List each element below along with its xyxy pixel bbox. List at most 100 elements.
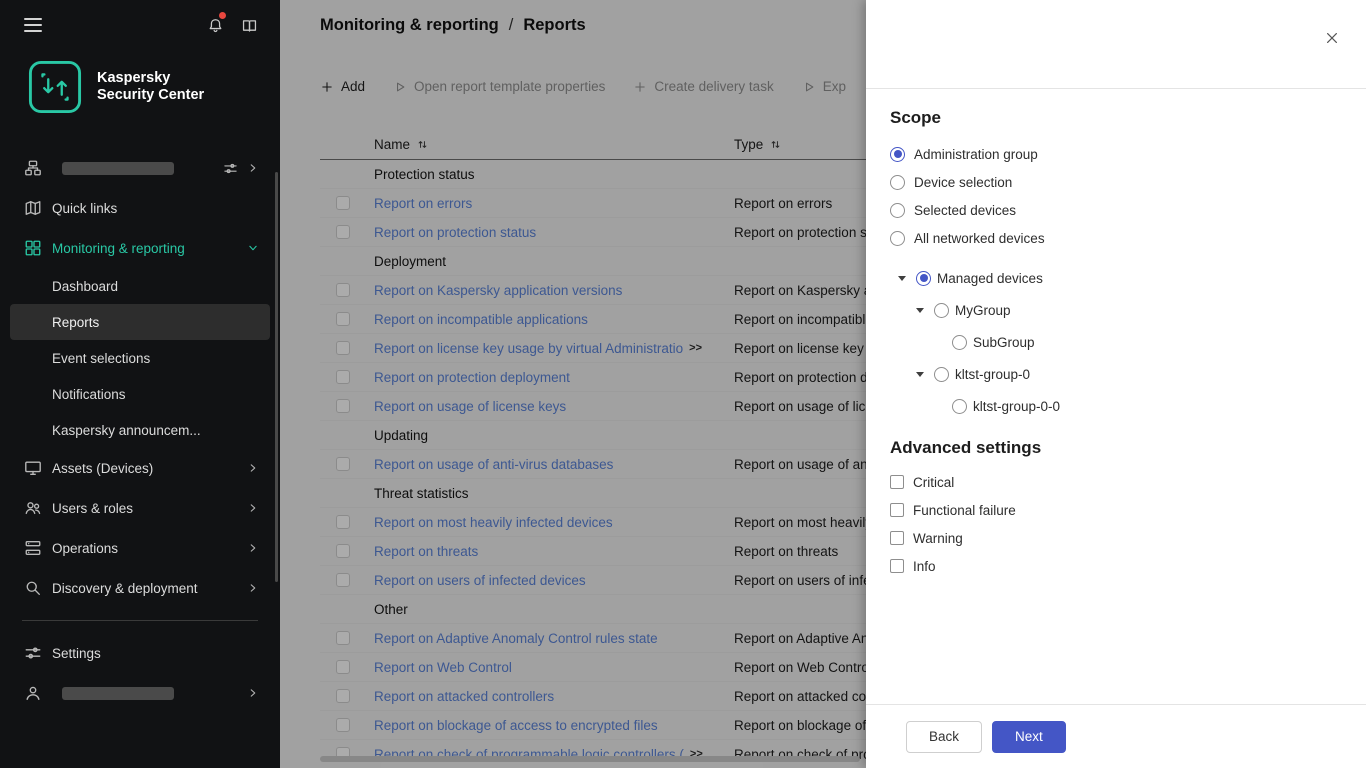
menu-icon[interactable] bbox=[24, 18, 42, 32]
sidebar-item-discovery-deployment[interactable]: Discovery & deployment bbox=[10, 568, 270, 608]
sliders-icon[interactable] bbox=[223, 387, 238, 402]
checkbox-icon[interactable] bbox=[890, 503, 904, 517]
row-checkbox[interactable] bbox=[336, 689, 350, 703]
sidebar-item-account[interactable] bbox=[10, 673, 270, 713]
row-checkbox[interactable] bbox=[336, 544, 350, 558]
sliders-icon[interactable] bbox=[223, 501, 238, 516]
bell-icon[interactable] bbox=[206, 16, 224, 34]
report-link[interactable]: Threat statistics bbox=[374, 486, 469, 501]
sidebar-item-quick-links[interactable]: Quick links bbox=[10, 188, 270, 228]
report-link[interactable]: Protection status bbox=[374, 167, 475, 182]
scope-option-device-selection[interactable]: Device selection bbox=[890, 168, 1342, 196]
sliders-icon[interactable] bbox=[223, 201, 238, 216]
report-link[interactable]: Report on Kaspersky application versions bbox=[374, 283, 622, 298]
severity-option-info[interactable]: Info bbox=[890, 552, 1342, 580]
radio-icon[interactable] bbox=[934, 367, 949, 382]
row-checkbox[interactable] bbox=[336, 399, 350, 413]
sidebar-item-settings[interactable]: Settings bbox=[10, 633, 270, 673]
tree-node-managed-devices[interactable]: Managed devices bbox=[890, 262, 1342, 294]
truncation-expander[interactable]: >> bbox=[689, 342, 702, 354]
scope-option-administration-group[interactable]: Administration group bbox=[890, 140, 1342, 168]
sliders-icon[interactable] bbox=[223, 646, 238, 661]
report-link[interactable]: Report on errors bbox=[374, 196, 472, 211]
sliders-icon[interactable] bbox=[223, 161, 238, 176]
row-checkbox[interactable] bbox=[336, 515, 350, 529]
radio-icon[interactable] bbox=[890, 231, 905, 246]
horizontal-scrollbar[interactable] bbox=[320, 756, 860, 762]
report-link[interactable]: Report on Web Control bbox=[374, 660, 512, 675]
sliders-icon[interactable] bbox=[223, 351, 238, 366]
report-link[interactable]: Report on protection status bbox=[374, 225, 536, 240]
row-checkbox[interactable] bbox=[336, 660, 350, 674]
row-checkbox[interactable] bbox=[336, 312, 350, 326]
sort-arrows-icon[interactable] bbox=[416, 138, 429, 151]
sidebar-scrollbar[interactable] bbox=[275, 172, 278, 582]
report-link[interactable]: Report on license key usage by virtual A… bbox=[374, 341, 683, 356]
sidebar-item-operations[interactable]: Operations bbox=[10, 528, 270, 568]
sliders-icon[interactable] bbox=[223, 423, 238, 438]
report-link[interactable]: Report on users of infected devices bbox=[374, 573, 586, 588]
radio-icon[interactable] bbox=[916, 271, 931, 286]
sliders-icon[interactable] bbox=[223, 686, 238, 701]
sidebar-divider[interactable] bbox=[22, 620, 258, 621]
row-checkbox[interactable] bbox=[336, 370, 350, 384]
tree-node-kltst-group-0-0[interactable]: kltst-group-0-0 bbox=[890, 390, 1342, 422]
report-link[interactable]: Report on blockage of access to encrypte… bbox=[374, 718, 658, 733]
toolbar-export-button[interactable]: Exp bbox=[802, 79, 846, 94]
breadcrumb-parent[interactable]: Monitoring & reporting bbox=[320, 16, 499, 35]
report-link[interactable]: Report on usage of anti-virus databases bbox=[374, 457, 613, 472]
tree-node-kltst-group-0[interactable]: kltst-group-0 bbox=[890, 358, 1342, 390]
report-link[interactable]: Report on protection deployment bbox=[374, 370, 570, 385]
checkbox-icon[interactable] bbox=[890, 559, 904, 573]
report-link[interactable]: Other bbox=[374, 602, 408, 617]
sliders-icon[interactable] bbox=[223, 279, 238, 294]
row-checkbox[interactable] bbox=[336, 341, 350, 355]
row-checkbox[interactable] bbox=[336, 631, 350, 645]
row-checkbox[interactable] bbox=[336, 457, 350, 471]
sidebar-item-monitoring-reporting[interactable]: Monitoring & reporting bbox=[10, 228, 270, 268]
caret-down-icon[interactable] bbox=[914, 303, 928, 317]
sliders-icon[interactable] bbox=[223, 315, 238, 330]
report-link[interactable]: Report on incompatible applications bbox=[374, 312, 588, 327]
report-link[interactable]: Report on attacked controllers bbox=[374, 689, 554, 704]
tree-node-subgroup[interactable]: SubGroup bbox=[890, 326, 1342, 358]
back-button[interactable]: Back bbox=[906, 721, 982, 753]
row-checkbox[interactable] bbox=[336, 196, 350, 210]
radio-icon[interactable] bbox=[890, 147, 905, 162]
sliders-icon[interactable] bbox=[223, 541, 238, 556]
sidebar-item-kaspersky-announcements[interactable]: Kaspersky announcem... bbox=[10, 412, 270, 448]
sliders-icon[interactable] bbox=[223, 581, 238, 596]
severity-option-warning[interactable]: Warning bbox=[890, 524, 1342, 552]
row-checkbox[interactable] bbox=[336, 225, 350, 239]
checkbox-icon[interactable] bbox=[890, 475, 904, 489]
report-link[interactable]: Report on threats bbox=[374, 544, 478, 559]
toolbar-open-template-button[interactable]: Open report template properties bbox=[393, 79, 605, 94]
close-icon[interactable] bbox=[1322, 30, 1342, 50]
sidebar-item-reports[interactable]: Reports bbox=[10, 304, 270, 340]
severity-option-critical[interactable]: Critical bbox=[890, 468, 1342, 496]
checkbox-icon[interactable] bbox=[890, 531, 904, 545]
toolbar-add-button[interactable]: Add bbox=[320, 79, 365, 94]
report-link[interactable]: Updating bbox=[374, 428, 428, 443]
sliders-icon[interactable] bbox=[223, 241, 238, 256]
toolbar-create-delivery-task-button[interactable]: Create delivery task bbox=[633, 79, 773, 94]
tree-node-mygroup[interactable]: MyGroup bbox=[890, 294, 1342, 326]
report-link[interactable]: Report on most heavily infected devices bbox=[374, 515, 613, 530]
sliders-icon[interactable] bbox=[223, 461, 238, 476]
scope-option-selected-devices[interactable]: Selected devices bbox=[890, 196, 1342, 224]
radio-icon[interactable] bbox=[952, 335, 967, 350]
radio-icon[interactable] bbox=[934, 303, 949, 318]
row-checkbox[interactable] bbox=[336, 283, 350, 297]
column-header-name[interactable]: Name bbox=[374, 137, 734, 152]
row-checkbox[interactable] bbox=[336, 718, 350, 732]
report-link[interactable]: Report on Adaptive Anomaly Control rules… bbox=[374, 631, 658, 646]
sidebar-item-dashboard[interactable]: Dashboard bbox=[10, 268, 270, 304]
radio-icon[interactable] bbox=[890, 203, 905, 218]
caret-down-icon[interactable] bbox=[914, 367, 928, 381]
sidebar-item-users-roles[interactable]: Users & roles bbox=[10, 488, 270, 528]
sort-arrows-icon[interactable] bbox=[769, 138, 782, 151]
radio-icon[interactable] bbox=[890, 175, 905, 190]
report-link[interactable]: Report on usage of license keys bbox=[374, 399, 566, 414]
row-checkbox[interactable] bbox=[336, 573, 350, 587]
severity-option-functional-failure[interactable]: Functional failure bbox=[890, 496, 1342, 524]
